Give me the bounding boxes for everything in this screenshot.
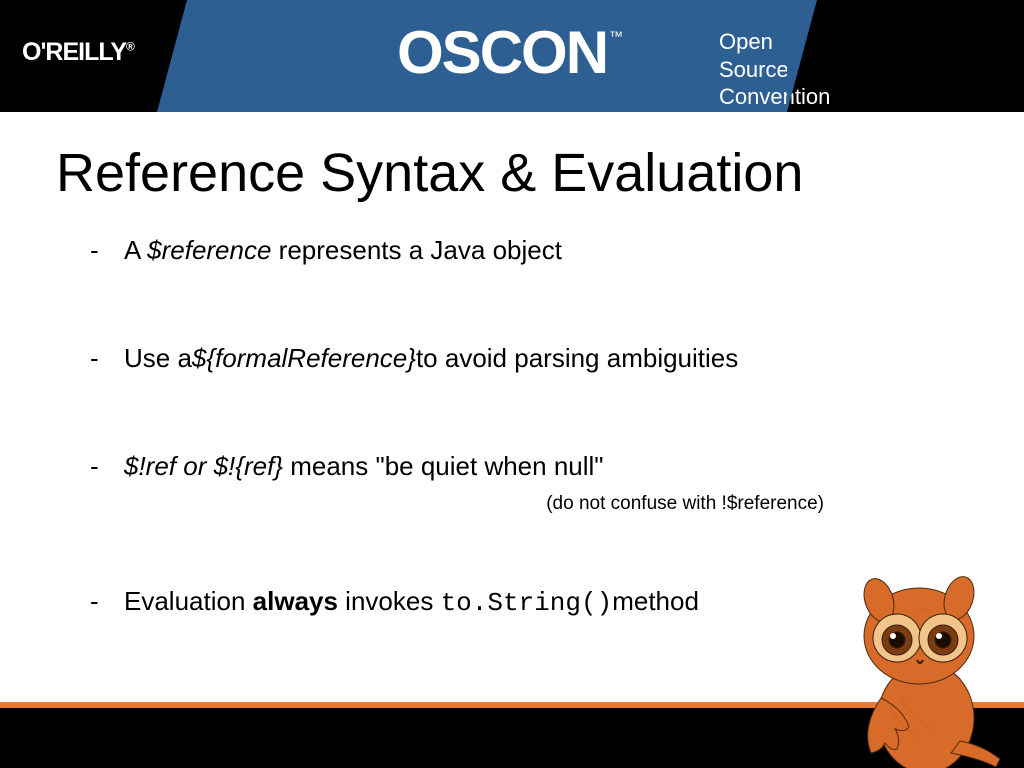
slide-header: O'REILLY® OSCON™ Open Source Convention xyxy=(0,0,1024,112)
text-segment: Use a xyxy=(124,343,192,373)
bullet-item: - Use a${formalReference}to avoid parsin… xyxy=(90,342,944,376)
reference-token: ${formalReference} xyxy=(192,343,416,373)
bullet-list: - A $reference represents a Java object … xyxy=(0,204,1024,621)
slide-title: Reference Syntax & Evaluation xyxy=(0,112,1024,204)
reference-token: $reference xyxy=(147,235,271,265)
text-segment: A xyxy=(124,235,147,265)
trademark: ™ xyxy=(609,28,621,44)
event-banner: OSCON™ Open Source Convention xyxy=(187,0,787,112)
text-segment: invokes xyxy=(338,586,441,616)
event-name: OSCON™ xyxy=(397,18,619,87)
slide-footer xyxy=(0,708,1024,768)
text-segment: Evaluation xyxy=(124,586,253,616)
text-segment: method xyxy=(612,586,699,616)
bullet-text: A $reference represents a Java object xyxy=(124,234,944,268)
text-segment: means "be quiet when null" xyxy=(283,451,604,481)
event-name-text: OSCON xyxy=(397,19,607,86)
tagline-line2: Convention xyxy=(719,83,830,111)
registered-mark: ® xyxy=(126,40,134,54)
bullet-text: Evaluation always invokes to.String()met… xyxy=(124,585,944,621)
bullet-text: Use a${formalReference}to avoid parsing … xyxy=(124,342,944,376)
reference-token: $!ref or $!{ref} xyxy=(124,451,283,481)
publisher-text: O'REILLY xyxy=(22,38,126,66)
bullet-dash: - xyxy=(90,342,124,376)
bullet-dash: - xyxy=(90,585,124,621)
text-segment: represents a Java object xyxy=(271,235,562,265)
bullet-note: (do not confuse with !$reference) xyxy=(90,493,944,515)
bullet-item: - $!ref or $!{ref} means "be quiet when … xyxy=(90,450,944,484)
text-segment: to avoid parsing ambiguities xyxy=(416,343,738,373)
bullet-item: - A $reference represents a Java object xyxy=(90,234,944,268)
publisher-logo: O'REILLY® xyxy=(22,38,134,67)
tagline-line1: Open Source xyxy=(719,28,830,83)
bullet-text: $!ref or $!{ref} means "be quiet when nu… xyxy=(124,450,944,484)
text-bold: always xyxy=(253,586,338,616)
bullet-dash: - xyxy=(90,234,124,268)
event-tagline: Open Source Convention xyxy=(719,28,830,111)
bullet-item: - Evaluation always invokes to.String()m… xyxy=(90,585,944,621)
code-token: to.String() xyxy=(441,588,613,618)
bullet-dash: - xyxy=(90,450,124,484)
